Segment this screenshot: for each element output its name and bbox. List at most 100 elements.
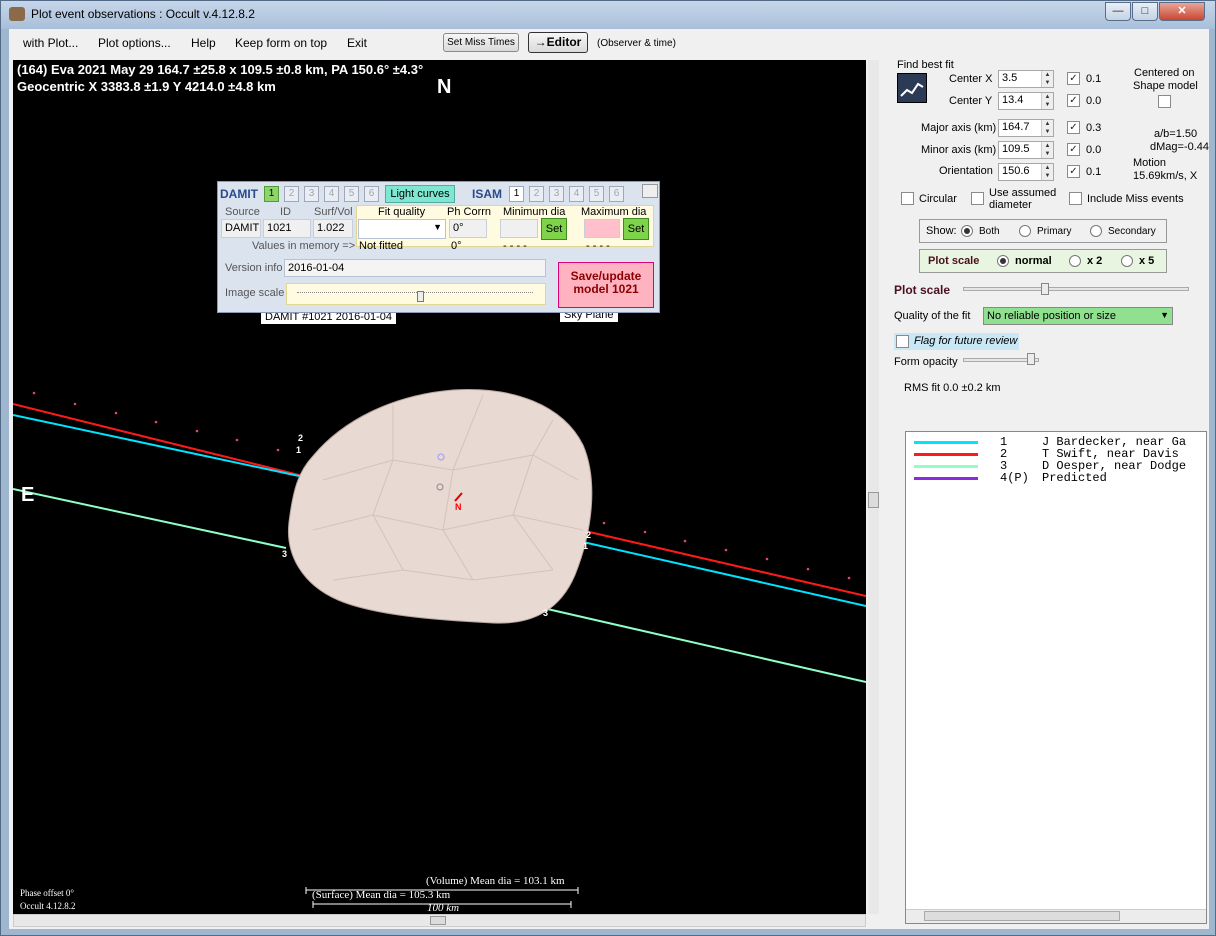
chord-1-left xyxy=(13,414,300,477)
legend-row[interactable]: 4(P) Predicted xyxy=(906,471,1206,485)
scale-x5-radio[interactable] xyxy=(1121,255,1133,267)
scale-normal-label: normal xyxy=(1015,255,1052,267)
chevron-down-icon: ▼ xyxy=(1160,310,1169,320)
centered-on-label: Centered on xyxy=(1134,67,1195,79)
motion-label: Motion xyxy=(1133,157,1167,169)
center-y-checkbox[interactable]: ✓ xyxy=(1067,94,1080,107)
damit-tab-1[interactable]: 1 xyxy=(264,186,279,202)
isam-tab-6[interactable]: 6 xyxy=(609,186,624,202)
image-scale-label: Image scale xyxy=(225,287,285,299)
minor-axis-input[interactable]: 109.5 ▲ ▼ xyxy=(998,141,1054,159)
app-icon xyxy=(9,7,25,21)
maximize-button[interactable]: □ xyxy=(1132,2,1158,21)
flag-review-checkbox[interactable] xyxy=(896,335,909,348)
scale-normal-radio[interactable] xyxy=(997,255,1009,267)
horizontal-scrollbar[interactable] xyxy=(13,914,866,927)
plot-scale-thumb[interactable] xyxy=(1041,283,1049,295)
major-axis-input[interactable]: 164.7 ▲ ▼ xyxy=(998,119,1054,137)
isam-tab-2[interactable]: 2 xyxy=(529,186,544,202)
surface-dia-label: (Surface) Mean dia = 105.3 km xyxy=(312,889,451,901)
quality-select[interactable]: No reliable position or size ▼ xyxy=(983,307,1173,325)
minor-axis-checkbox[interactable]: ✓ xyxy=(1067,143,1080,156)
horizontal-scroll-thumb[interactable] xyxy=(430,916,446,925)
legend-scrollbar[interactable] xyxy=(906,909,1206,923)
legend-scroll-thumb[interactable] xyxy=(924,911,1120,921)
chord-label-1-left: 1 xyxy=(296,445,302,455)
menu-exit[interactable]: Exit xyxy=(347,36,367,50)
close-button[interactable]: ✕ xyxy=(1159,2,1205,21)
phcorr-field[interactable]: 0° xyxy=(449,219,487,238)
set-max-button[interactable]: Set xyxy=(623,218,649,240)
set-min-button[interactable]: Set xyxy=(541,218,567,240)
major-axis-label: Major axis (km) xyxy=(921,122,997,134)
rms-fit-label: RMS fit 0.0 ±0.2 km xyxy=(904,382,1001,394)
major-axis-step: 0.3 xyxy=(1086,122,1102,134)
center-y-step: 0.0 xyxy=(1086,95,1102,107)
damit-tab-2[interactable]: 2 xyxy=(284,186,299,202)
observer-legend[interactable]: 1J Bardecker, near Ga 2T Swift, near Dav… xyxy=(905,431,1207,924)
editor-button[interactable]: →Editor xyxy=(528,32,588,53)
damit-tab-3[interactable]: 3 xyxy=(304,186,319,202)
isam-tab-4[interactable]: 4 xyxy=(569,186,584,202)
legend-name: Predicted xyxy=(1042,471,1107,485)
orientation-input[interactable]: 150.6 ▲ ▼ xyxy=(998,163,1054,181)
show-both-radio[interactable] xyxy=(961,225,973,237)
find-best-fit-button[interactable] xyxy=(897,73,927,103)
menu-help[interactable]: Help xyxy=(191,36,216,50)
max-dia-field[interactable] xyxy=(584,219,620,238)
damit-tab-6[interactable]: 6 xyxy=(364,186,379,202)
isam-tab-5[interactable]: 5 xyxy=(589,186,604,202)
major-axis-checkbox[interactable]: ✓ xyxy=(1067,121,1080,134)
save-update-model-button[interactable]: Save/update model 1021 xyxy=(558,262,654,308)
use-assumed-checkbox[interactable] xyxy=(971,192,984,205)
collapse-panel-button[interactable] xyxy=(642,184,658,198)
spin-arrows-icon[interactable]: ▲ ▼ xyxy=(1041,164,1053,180)
spin-arrows-icon[interactable]: ▲ ▼ xyxy=(1041,71,1053,87)
damit-tab-4[interactable]: 4 xyxy=(324,186,339,202)
menu-plot-options[interactable]: Plot options... xyxy=(98,36,171,50)
values-in-memory-label: Values in memory => xyxy=(252,240,356,252)
vertical-scroll-thumb[interactable] xyxy=(868,492,879,508)
show-secondary-radio[interactable] xyxy=(1090,225,1102,237)
phcorr-memory: 0° xyxy=(451,240,462,252)
isam-tab-3[interactable]: 3 xyxy=(549,186,564,202)
center-x-checkbox[interactable]: ✓ xyxy=(1067,72,1080,85)
legend-swatch xyxy=(914,453,978,456)
center-y-input[interactable]: 13.4 ▲ ▼ xyxy=(998,92,1054,110)
minor-axis-value: 109.5 xyxy=(1002,143,1030,155)
circular-checkbox[interactable] xyxy=(901,192,914,205)
show-primary-radio[interactable] xyxy=(1019,225,1031,237)
orientation-checkbox[interactable]: ✓ xyxy=(1067,165,1080,178)
id-field: 1021 xyxy=(263,219,311,238)
form-opacity-thumb[interactable] xyxy=(1027,353,1035,365)
title-bar[interactable]: Plot event observations : Occult v.4.12.… xyxy=(1,1,1215,29)
plot-canvas[interactable]: (164) Eva 2021 May 29 164.7 ±25.8 x 109.… xyxy=(13,60,866,914)
center-x-input[interactable]: 3.5 ▲ ▼ xyxy=(998,70,1054,88)
not-fitted-label: Not fitted xyxy=(359,240,404,252)
image-scale-slider[interactable] xyxy=(286,283,546,305)
include-miss-checkbox[interactable] xyxy=(1069,192,1082,205)
centered-on-shape-checkbox[interactable] xyxy=(1158,95,1171,108)
light-curves-button[interactable]: Light curves xyxy=(385,185,455,203)
vertical-scrollbar[interactable] xyxy=(868,60,879,914)
menu-with-plot[interactable]: with Plot... xyxy=(23,36,78,50)
set-miss-times-button[interactable]: Set Miss Times xyxy=(443,33,519,52)
isam-tab-1[interactable]: 1 xyxy=(509,186,524,202)
east-label: E xyxy=(21,484,35,506)
minimize-button[interactable]: — xyxy=(1105,2,1131,21)
min-dia-field[interactable] xyxy=(500,219,538,238)
min-dia-memory: - - - - xyxy=(503,240,527,252)
chord-label-2-left: 2 xyxy=(298,433,304,443)
menu-keep-on-top[interactable]: Keep form on top xyxy=(235,36,327,50)
image-scale-thumb[interactable] xyxy=(417,291,424,302)
flag-review-label: Flag for future review xyxy=(914,335,1018,347)
fit-quality-select[interactable]: ▼ xyxy=(358,219,446,239)
fit-panel: Find best fit Center X 3.5 ▲ ▼ ✓ 0.1 Cente… xyxy=(879,57,1209,927)
scale-x2-radio[interactable] xyxy=(1069,255,1081,267)
spin-arrows-icon[interactable]: ▲ ▼ xyxy=(1041,142,1053,158)
id-header: ID xyxy=(280,206,291,218)
spin-arrows-icon[interactable]: ▲ ▼ xyxy=(1041,93,1053,109)
plot-scale-track[interactable] xyxy=(963,287,1189,291)
spin-arrows-icon[interactable]: ▲ ▼ xyxy=(1041,120,1053,136)
damit-tab-5[interactable]: 5 xyxy=(344,186,359,202)
